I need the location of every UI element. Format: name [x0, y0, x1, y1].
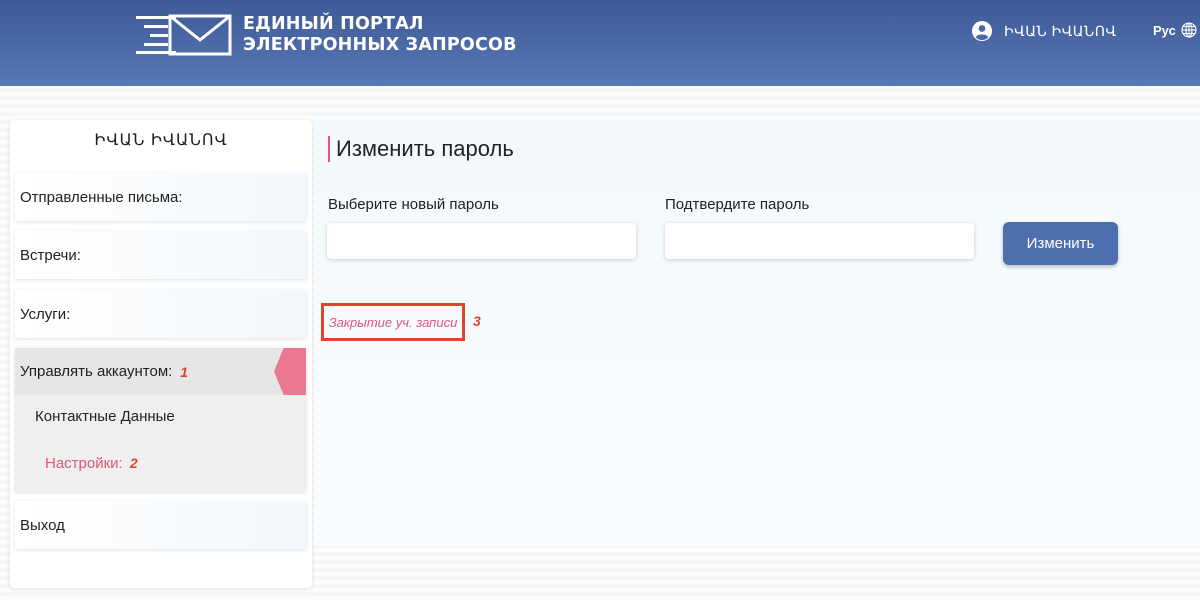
new-password-label: Выберите новый пароль: [328, 196, 499, 213]
annotation-marker-3: 3: [473, 313, 481, 329]
sidebar-item-label: Выход: [20, 516, 65, 534]
sidebar-group-manage-account: Управлять аккаунтом: 1 Контактные Данные…: [15, 348, 306, 492]
close-account-link[interactable]: Закрытие уч. записи: [329, 315, 458, 330]
annotation-marker-1: 1: [180, 363, 189, 380]
user-circle-icon: [972, 21, 992, 41]
user-menu[interactable]: ԻՎԱՆ ԻՎԱՆՈՎ: [972, 20, 1117, 42]
portal-title-line1: ЕДИНЫЙ ПОРТАЛ: [243, 14, 424, 34]
sidebar-item-label: Отправленные письма:: [20, 188, 183, 206]
main-content: Изменить пароль Выберите новый пароль По…: [314, 120, 1200, 546]
sidebar-user-name: ԻՎԱՆ ԻՎԱՆՈՎ: [94, 132, 228, 149]
user-name: ԻՎԱՆ ԻՎԱՆՈՎ: [1004, 22, 1117, 39]
language-label: Рус: [1153, 22, 1176, 38]
envelope-logo-icon[interactable]: [136, 14, 232, 56]
portal-title-line2: ЭЛЕКТРОННЫХ ЗАПРОСОВ: [243, 35, 517, 55]
sidebar-item-services[interactable]: Услуги:: [15, 290, 306, 338]
sidebar-subitem-contact-data[interactable]: Контактные Данные: [35, 408, 175, 425]
language-switcher[interactable]: Рус: [1153, 22, 1197, 38]
sidebar-item-logout[interactable]: Выход: [15, 501, 306, 549]
sidebar-item-sent-letters[interactable]: Отправленные письма:: [15, 173, 306, 221]
change-password-button[interactable]: Изменить: [1003, 222, 1118, 265]
sidebar-item-meetings[interactable]: Встречи:: [15, 231, 306, 279]
sidebar-item-label: Услуги:: [20, 305, 71, 323]
sidebar: ԻՎԱՆ ԻՎԱՆՈՎ Отправленные письма: Встречи…: [10, 120, 312, 588]
close-account-highlight: Закрытие уч. записи: [321, 303, 465, 341]
portal-title: ЕДИНЫЙ ПОРТАЛ ЭЛЕКТРОННЫХ ЗАПРОСОВ: [243, 14, 517, 56]
new-password-input[interactable]: [327, 223, 636, 259]
confirm-password-input[interactable]: [665, 223, 974, 259]
sidebar-item-manage-account[interactable]: Управлять аккаунтом: 1: [15, 348, 306, 395]
sidebar-subitem-settings[interactable]: Настройки: 2: [45, 455, 138, 472]
top-header: ЕДИНЫЙ ПОРТАЛ ЭЛЕКТРОННЫХ ЗАПРОСОВ ԻՎԱՆ …: [0, 0, 1200, 86]
sidebar-item-label: Встречи:: [20, 246, 81, 264]
active-indicator: [274, 348, 306, 395]
annotation-marker-2: 2: [129, 455, 138, 471]
globe-icon: [1181, 22, 1197, 38]
sidebar-item-label: Управлять аккаунтом:: [20, 363, 173, 380]
sidebar-subitem-label: Контактные Данные: [35, 408, 175, 425]
sidebar-subitem-label: Настройки:: [45, 455, 123, 472]
confirm-password-label: Подтвердите пароль: [665, 196, 810, 213]
page-title: Изменить пароль: [328, 136, 514, 162]
